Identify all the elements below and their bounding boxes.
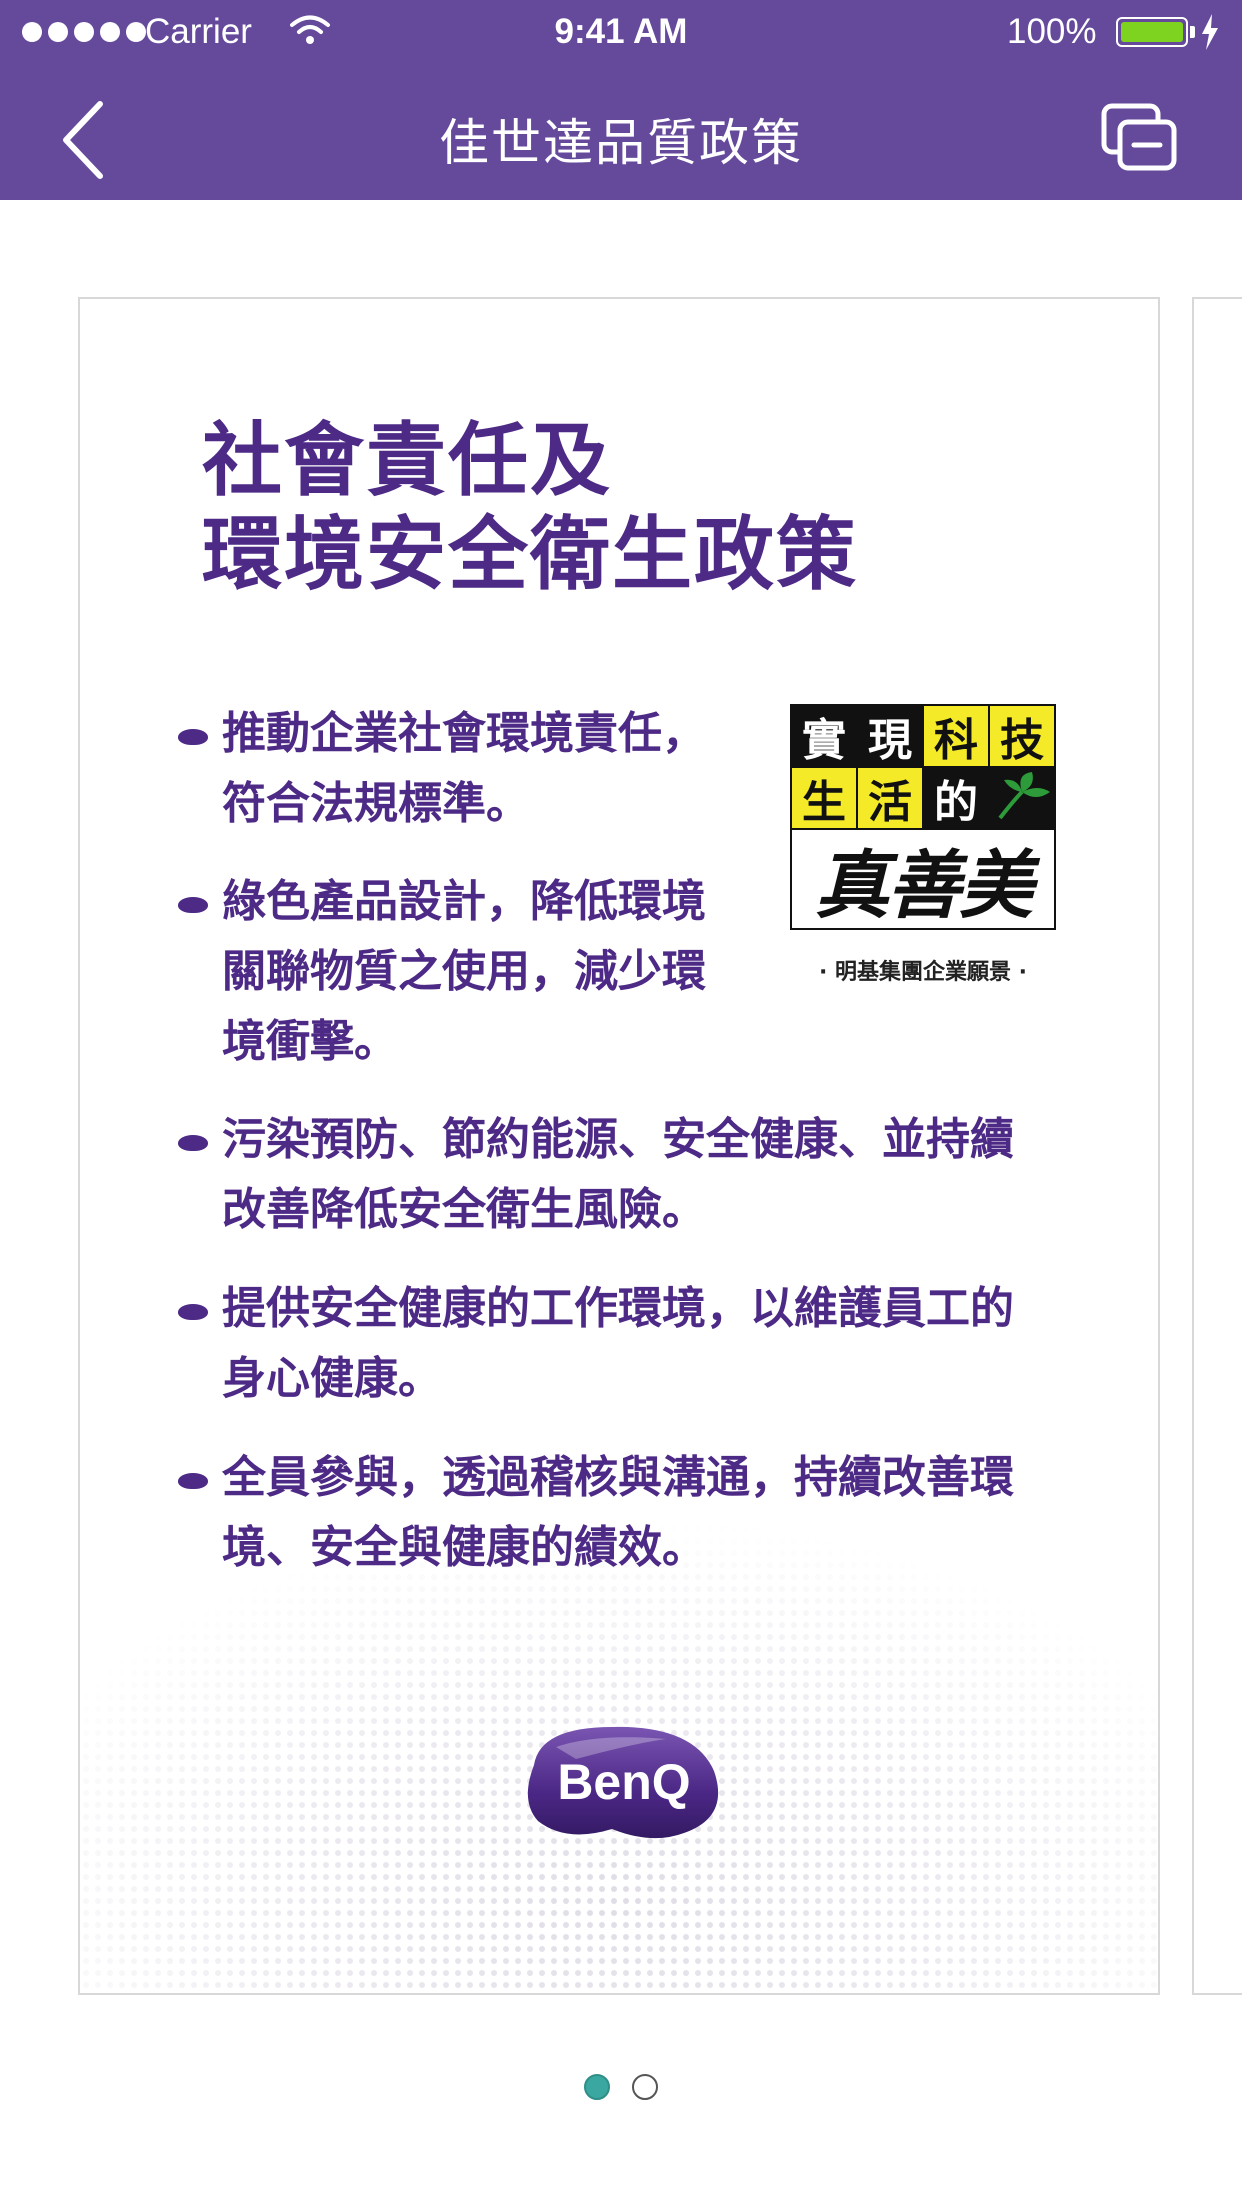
policy-card[interactable]: 社會責任及 環境安全衛生政策 推動企業社會環境責任， 符合法規標準。 綠色產品設… xyxy=(78,297,1160,1995)
heading-line: 環境安全衛生政策 xyxy=(202,508,858,601)
slogan-char: 生 xyxy=(792,768,856,828)
battery-tip xyxy=(1190,26,1195,38)
bullet-mark xyxy=(178,897,208,913)
slogan-caption: · 明基集團企業願景 · xyxy=(818,960,1028,985)
leaf-cell xyxy=(990,768,1054,828)
slogan-char: 的 xyxy=(924,768,988,828)
page-title: 佳世達品質政策 xyxy=(439,114,803,172)
leaf-icon xyxy=(998,772,1050,820)
slogan-char: 科 xyxy=(924,706,988,766)
pages-icon[interactable] xyxy=(1100,100,1180,180)
slogan-char: 活 xyxy=(858,768,922,828)
slogan-char: 技 xyxy=(990,706,1054,766)
heading-line: 社會責任及 xyxy=(202,414,612,507)
svg-text:BenQ: BenQ xyxy=(557,1754,690,1810)
battery-percent: 100% xyxy=(1007,12,1097,51)
next-card-peek[interactable] xyxy=(1192,297,1242,1995)
page-indicator xyxy=(0,2074,1242,2100)
vision-slogan-badge: 實 現 科 技 生 活 的 真善美 · 明基集團企業願景 · xyxy=(790,704,1072,994)
card-heading: 社會責任及 環境安全衛生政策 xyxy=(202,414,858,602)
navigation-bar: Carrier 9:41 AM 100% 佳世達品質政策 xyxy=(0,0,1242,200)
slogan-char: 現 xyxy=(858,706,922,766)
charging-bolt-icon xyxy=(1202,14,1218,50)
bullet-mark xyxy=(178,729,208,745)
bullet-mark xyxy=(178,1135,208,1151)
page-dot-1[interactable] xyxy=(584,2074,610,2100)
battery-icon xyxy=(1116,17,1188,47)
bullet-mark xyxy=(178,1473,208,1489)
benq-logo: BenQ xyxy=(527,1726,719,1839)
bullet-mark xyxy=(178,1304,208,1320)
calligraphy-band: 真善美 xyxy=(792,830,1054,929)
slogan-char: 實 xyxy=(792,706,856,766)
status-bar: Carrier 9:41 AM 100% xyxy=(0,0,1242,64)
page-dot-2[interactable] xyxy=(632,2074,658,2100)
calligraphy-text: 真善美 xyxy=(815,842,1033,929)
